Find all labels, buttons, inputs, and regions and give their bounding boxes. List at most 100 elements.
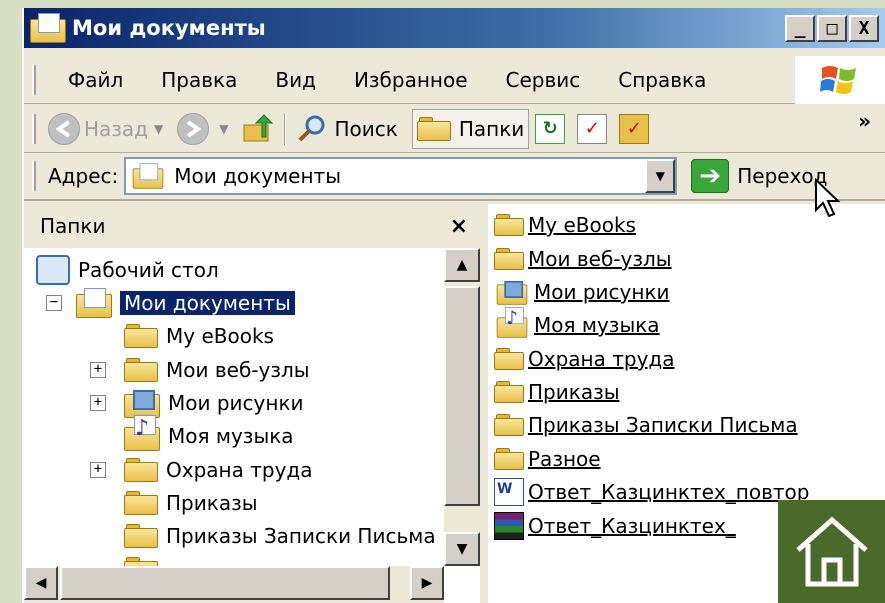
list-item-orders[interactable]: Приказы: [494, 377, 620, 407]
tree-item-desktop[interactable]: Рабочий стол: [36, 254, 219, 286]
list-item-label: My eBooks: [528, 213, 636, 237]
tree-item-orders-notes-letters[interactable]: Приказы Записки Письма: [124, 520, 436, 552]
list-item-my-music[interactable]: Моя музыка: [494, 307, 660, 340]
address-dropdown-button[interactable]: ▼: [645, 159, 676, 193]
menu-favorites[interactable]: Избранное: [354, 68, 468, 92]
expand-toggle-icon[interactable]: +: [90, 462, 106, 478]
back-button[interactable]: Назад ▼: [44, 109, 173, 149]
horizontal-scroll-thumb[interactable]: [60, 566, 390, 600]
toolbar-more-button[interactable]: »: [858, 109, 871, 133]
pictures-folder-icon: [496, 279, 528, 305]
tree-item-my-documents[interactable]: Мои документы: [76, 287, 295, 319]
mouse-cursor-icon: [815, 178, 841, 218]
tree-item-partial[interactable]: [124, 553, 158, 566]
folder-icon: [494, 348, 524, 370]
search-label: Поиск: [334, 116, 398, 141]
list-item-my-pictures[interactable]: Мои рисунки: [494, 277, 670, 307]
menu-file[interactable]: Файл: [68, 68, 123, 92]
folder-icon: [494, 248, 524, 270]
folder-tree-vertical-scrollbar[interactable]: ▲ ▼: [444, 248, 480, 566]
pictures-folder-icon: [124, 388, 160, 418]
tree-item-label: Мои документы: [120, 291, 295, 315]
up-folder-button[interactable]: [238, 109, 278, 149]
list-item-label: Приказы Записки Письма: [528, 413, 798, 437]
folder-icon: [124, 324, 158, 348]
scroll-up-button[interactable]: ▲: [444, 248, 480, 282]
folder-check-icon[interactable]: ✓: [619, 113, 650, 144]
close-folders-pane-button[interactable]: ×: [450, 214, 468, 239]
sync-icon[interactable]: ↻: [535, 113, 566, 144]
list-item-orders-notes-letters[interactable]: Приказы Записки Письма: [494, 410, 798, 440]
title-bar[interactable]: Мои документы _ □ X: [24, 8, 885, 48]
forward-arrow-icon: [177, 112, 210, 145]
folders-pane-header: Папки ×: [24, 204, 480, 248]
tree-item-my-music[interactable]: Моя музыка: [124, 415, 294, 452]
tree-item-label: Охрана труда: [166, 458, 313, 482]
expand-toggle-icon[interactable]: +: [90, 362, 106, 378]
collapse-toggle-icon[interactable]: −: [46, 295, 62, 311]
folder-icon: [124, 358, 158, 382]
go-arrow-icon: ➔: [691, 159, 730, 193]
folder-icon: [124, 557, 158, 566]
folder-icon: [124, 524, 158, 548]
forward-dropdown-icon[interactable]: ▼: [219, 122, 228, 136]
search-button[interactable]: Поиск: [292, 109, 401, 149]
go-button[interactable]: ➔ Переход: [691, 159, 828, 193]
back-arrow-icon: [48, 112, 80, 145]
menu-edit[interactable]: Правка: [161, 68, 237, 92]
address-grip[interactable]: [32, 161, 36, 191]
address-value: Мои документы: [174, 164, 341, 188]
list-item-label: Ответ_Казцинктех_: [528, 514, 736, 538]
menu-view[interactable]: Вид: [275, 68, 316, 92]
vertical-scroll-thumb[interactable]: [444, 286, 480, 506]
address-bar: Адрес: Мои документы ▼ ➔ Переход: [24, 153, 885, 201]
toolbar-grip[interactable]: [32, 113, 36, 144]
tree-item-label: Рабочий стол: [78, 258, 219, 282]
folder-tree-horizontal-scrollbar[interactable]: ◀ ▶: [24, 566, 444, 603]
list-item-label: Разное: [528, 447, 601, 471]
forward-button[interactable]: ▼: [173, 109, 238, 149]
menu-help[interactable]: Справка: [618, 68, 706, 92]
address-label: Адрес:: [48, 164, 119, 188]
tree-item-labor-safety[interactable]: Охрана труда: [124, 454, 312, 486]
address-input[interactable]: Мои документы ▼: [124, 157, 678, 195]
word-doc-icon: [494, 478, 524, 506]
folder-icon: [124, 458, 158, 482]
list-item-misc[interactable]: Разное: [494, 444, 601, 474]
tree-item-my-web-sites[interactable]: Мои веб-узлы: [124, 354, 310, 386]
tree-item-my-ebooks[interactable]: My eBooks: [124, 320, 274, 352]
minimize-button[interactable]: _: [785, 15, 815, 42]
expand-toggle-icon[interactable]: +: [90, 395, 106, 411]
rar-archive-icon: [494, 512, 524, 540]
folder-tree: Рабочий стол − Мои документы My eBooks +…: [24, 248, 444, 566]
list-item-my-ebooks[interactable]: My eBooks: [494, 210, 636, 240]
desktop-icon: [36, 255, 70, 285]
folders-label: Папки: [458, 116, 525, 141]
folder-icon: [494, 381, 524, 403]
toolbar-separator: [284, 112, 287, 145]
scroll-right-button[interactable]: ▶: [410, 566, 444, 600]
home-icon: [795, 516, 868, 586]
close-button[interactable]: X: [849, 15, 879, 42]
tree-item-label: Моя музыка: [168, 424, 294, 448]
folders-button[interactable]: Папки: [411, 108, 530, 149]
checklist-icon[interactable]: ✓: [577, 113, 608, 144]
scroll-down-button[interactable]: ▼: [444, 532, 480, 566]
list-item-labor-safety[interactable]: Охрана труда: [494, 344, 674, 374]
menu-grip[interactable]: [32, 64, 36, 95]
list-item-reply-doc[interactable]: Ответ_Казцинктех_повтор: [494, 477, 809, 507]
folder-icon: [494, 414, 524, 436]
window-title: Мои документы: [72, 16, 266, 40]
tree-item-orders[interactable]: Приказы: [124, 487, 258, 519]
scroll-left-button[interactable]: ◀: [24, 566, 58, 600]
folders-pane: Папки × Рабочий стол − Мои документы My …: [24, 204, 484, 603]
home-button[interactable]: [778, 500, 885, 603]
tree-item-label: Приказы: [166, 491, 258, 515]
music-folder-icon: [124, 415, 160, 451]
list-item-reply-archive[interactable]: Ответ_Казцинктех_: [494, 511, 736, 541]
menu-tools[interactable]: Сервис: [506, 68, 581, 92]
back-dropdown-icon[interactable]: ▼: [154, 122, 163, 136]
folder-icon: [494, 214, 524, 236]
maximize-button[interactable]: □: [817, 15, 847, 42]
list-item-my-web-sites[interactable]: Мои веб-узлы: [494, 244, 672, 274]
